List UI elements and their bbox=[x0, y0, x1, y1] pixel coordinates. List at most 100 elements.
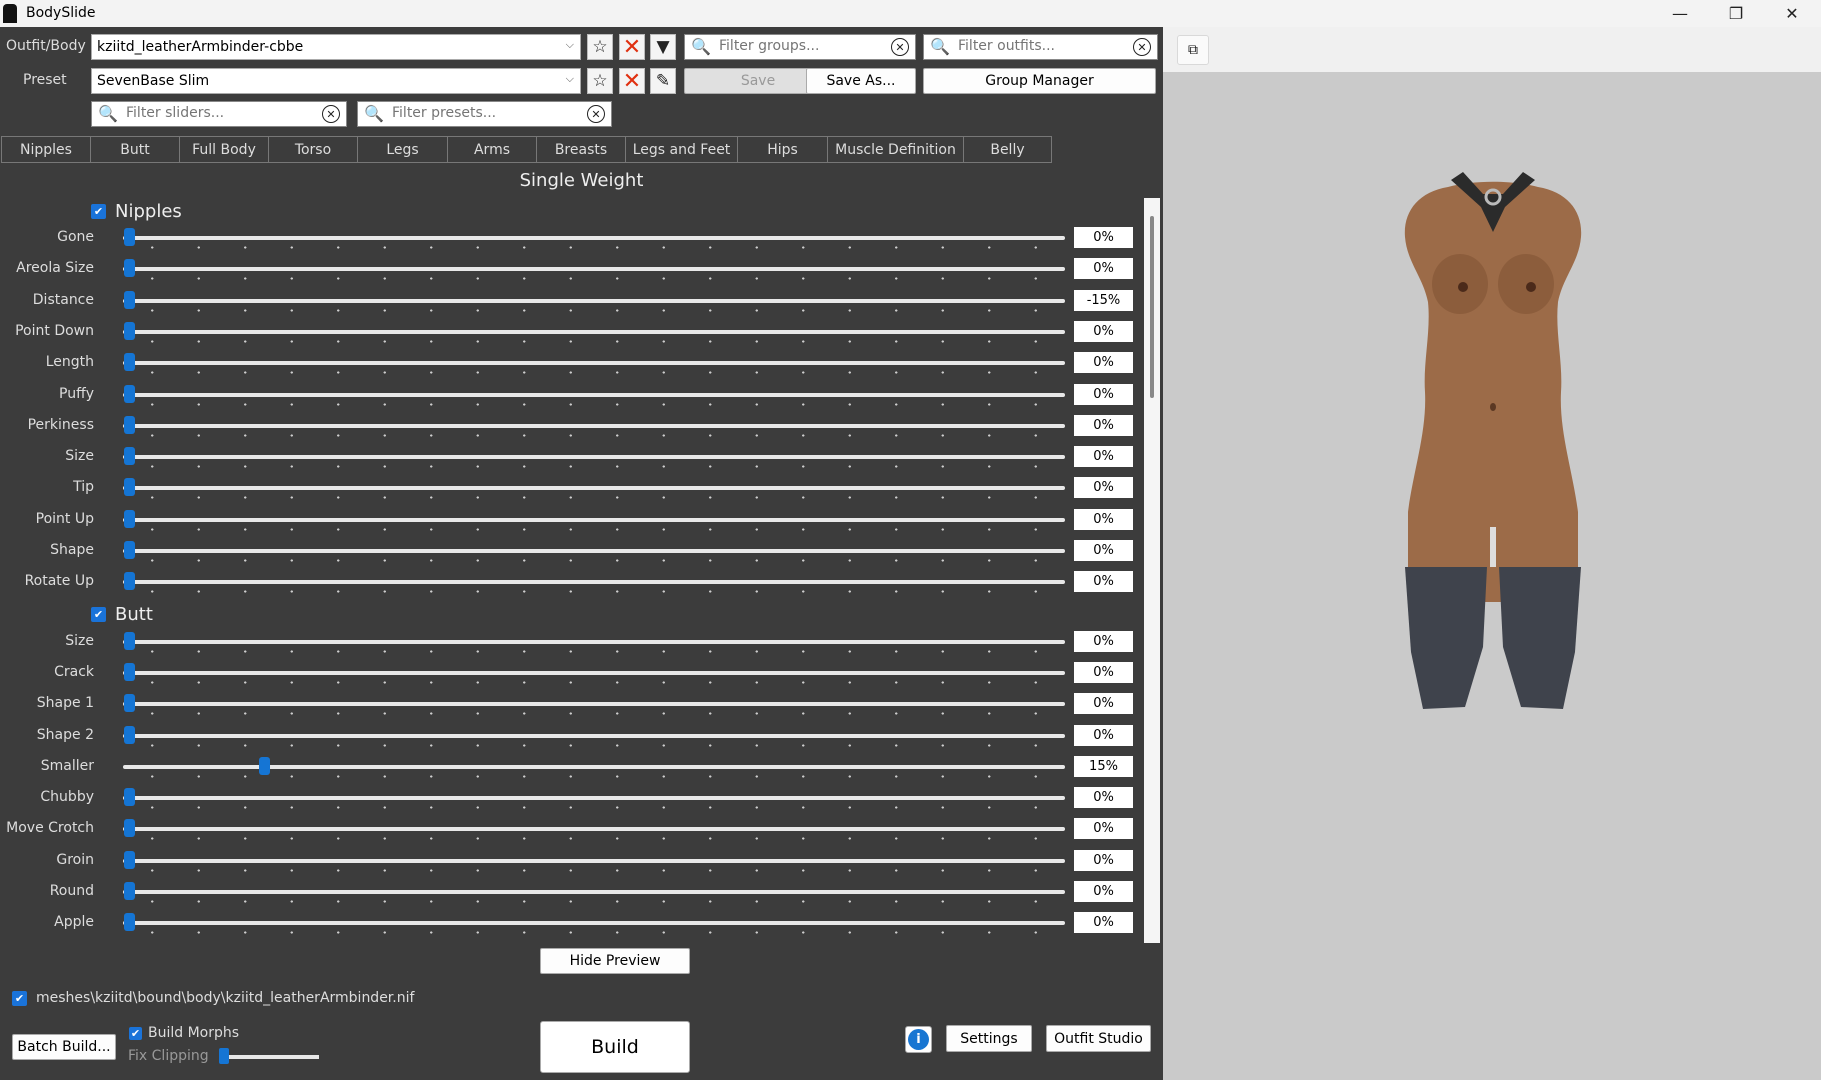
slider-thumb[interactable] bbox=[124, 384, 135, 403]
tab-belly[interactable]: Belly bbox=[963, 136, 1052, 163]
slider-track[interactable] bbox=[123, 549, 1065, 553]
slider-track[interactable] bbox=[123, 702, 1065, 707]
slider-thumb[interactable] bbox=[124, 819, 135, 838]
slider-thumb[interactable] bbox=[124, 572, 135, 591]
slider-thumb[interactable] bbox=[124, 478, 135, 497]
slider-track[interactable] bbox=[123, 392, 1065, 397]
slider-track[interactable] bbox=[123, 361, 1065, 366]
clear-filter-icon[interactable]: ✕ bbox=[587, 105, 605, 123]
slider-value-field[interactable]: 0% bbox=[1074, 787, 1133, 809]
slider-value-field[interactable]: 0% bbox=[1074, 383, 1133, 405]
slider-track[interactable] bbox=[123, 921, 1065, 926]
slider-track[interactable] bbox=[123, 580, 1065, 585]
slider-track[interactable] bbox=[123, 796, 1065, 801]
slider-track[interactable] bbox=[123, 827, 1065, 832]
slider-track[interactable] bbox=[123, 267, 1065, 272]
outfit-body-select[interactable]: kziitd_leatherArmbinder-cbbe ⌵ bbox=[91, 34, 581, 60]
slider-value-field[interactable]: 0% bbox=[1074, 227, 1133, 248]
slider-track[interactable] bbox=[123, 858, 1065, 863]
slider-value-field[interactable]: 0% bbox=[1074, 849, 1133, 871]
body-preview-render[interactable] bbox=[1163, 72, 1821, 1080]
slider-track[interactable] bbox=[123, 670, 1065, 675]
slider-value-field[interactable]: 0% bbox=[1074, 540, 1133, 561]
slider-list-scrollbar[interactable] bbox=[1144, 198, 1160, 943]
slider-thumb[interactable] bbox=[124, 850, 135, 869]
output-file-checkbox[interactable]: ✔ bbox=[12, 990, 27, 1006]
filter-sliders-input[interactable] bbox=[126, 105, 292, 121]
tab-torso[interactable]: Torso bbox=[268, 136, 357, 163]
scrollbar-thumb[interactable] bbox=[1150, 216, 1154, 398]
outfit-studio-button[interactable]: Outfit Studio bbox=[1046, 1025, 1151, 1052]
slider-value-field[interactable]: 0% bbox=[1074, 414, 1133, 436]
favorite-outfit-star-icon[interactable]: ☆ bbox=[587, 34, 613, 60]
slider-value-field[interactable]: 0% bbox=[1074, 630, 1133, 652]
slider-value-field[interactable]: 15% bbox=[1074, 755, 1133, 777]
filter-presets-input[interactable] bbox=[392, 105, 557, 121]
settings-button[interactable]: Settings bbox=[946, 1025, 1032, 1052]
clear-filter-icon[interactable]: ✕ bbox=[1133, 38, 1151, 56]
slider-value-field[interactable]: 0% bbox=[1074, 818, 1133, 840]
slider-thumb[interactable] bbox=[124, 415, 135, 434]
filter-groups-input[interactable] bbox=[719, 38, 869, 54]
tab-nipples[interactable]: Nipples bbox=[1, 136, 90, 163]
tab-legs-and-feet[interactable]: Legs and Feet bbox=[625, 136, 737, 163]
slider-track[interactable] bbox=[123, 733, 1065, 738]
slider-value-field[interactable]: -15% bbox=[1074, 289, 1133, 311]
slider-thumb[interactable] bbox=[124, 631, 135, 650]
slider-value-field[interactable]: 0% bbox=[1074, 693, 1133, 715]
restore-icon[interactable]: ❐ bbox=[1711, 0, 1761, 27]
slider-thumb[interactable] bbox=[124, 541, 135, 559]
slider-track[interactable] bbox=[123, 486, 1065, 491]
slider-value-field[interactable]: 0% bbox=[1074, 912, 1133, 934]
slider-track[interactable] bbox=[123, 455, 1065, 460]
slider-thumb[interactable] bbox=[124, 447, 135, 466]
tab-butt[interactable]: Butt bbox=[90, 136, 179, 163]
slider-value-field[interactable]: 0% bbox=[1074, 571, 1133, 593]
tab-arms[interactable]: Arms bbox=[447, 136, 536, 163]
slider-thumb[interactable] bbox=[259, 756, 271, 775]
delete-outfit-x-icon[interactable]: ✕ bbox=[619, 34, 645, 60]
info-button[interactable]: i bbox=[905, 1026, 932, 1053]
slider-value-field[interactable]: 0% bbox=[1074, 258, 1133, 280]
slider-value-field[interactable]: 0% bbox=[1074, 477, 1133, 499]
fix-clipping-thumb[interactable] bbox=[219, 1048, 229, 1064]
slider-thumb[interactable] bbox=[124, 788, 135, 807]
slider-thumb[interactable] bbox=[124, 694, 135, 713]
slider-thumb[interactable] bbox=[124, 725, 135, 744]
group-manager-button[interactable]: Group Manager bbox=[923, 68, 1156, 94]
slider-thumb[interactable] bbox=[124, 913, 135, 932]
delete-preset-x-icon[interactable]: ✕ bbox=[619, 68, 645, 94]
tab-legs[interactable]: Legs bbox=[357, 136, 447, 163]
hide-preview-button[interactable]: Hide Preview bbox=[540, 948, 690, 974]
build-button[interactable]: Build bbox=[540, 1021, 690, 1073]
slider-thumb[interactable] bbox=[124, 353, 135, 372]
build-morphs-checkbox[interactable]: ✔ bbox=[129, 1026, 142, 1040]
slider-thumb[interactable] bbox=[124, 259, 135, 278]
slider-value-field[interactable]: 0% bbox=[1074, 446, 1133, 468]
slider-track[interactable] bbox=[123, 423, 1065, 428]
slider-value-field[interactable]: 0% bbox=[1074, 724, 1133, 746]
slider-track[interactable] bbox=[123, 890, 1065, 894]
edit-preset-pencil-icon[interactable]: ✎ bbox=[650, 68, 676, 94]
pick-outfit-boot-icon[interactable]: ▼ bbox=[650, 34, 676, 60]
tab-muscle-definition[interactable]: Muscle Definition bbox=[827, 136, 963, 163]
filter-outfits-input[interactable] bbox=[958, 38, 1110, 54]
slider-thumb[interactable] bbox=[124, 662, 135, 681]
filter-outfits-field[interactable]: 🔍 ✕ bbox=[923, 34, 1158, 60]
slider-value-field[interactable]: 0% bbox=[1074, 508, 1133, 530]
group-checkbox[interactable]: ✔ bbox=[91, 607, 106, 623]
close-icon[interactable]: ✕ bbox=[1767, 0, 1817, 27]
filter-presets-field[interactable]: 🔍 ✕ bbox=[357, 101, 612, 127]
favorite-preset-star-icon[interactable]: ☆ bbox=[587, 68, 613, 94]
fix-clipping-slider[interactable] bbox=[219, 1048, 319, 1064]
chevron-down-icon[interactable]: ⌵ bbox=[566, 38, 574, 52]
batch-build-button[interactable]: Batch Build... bbox=[12, 1034, 116, 1060]
slider-track[interactable] bbox=[123, 639, 1065, 644]
slider-track[interactable] bbox=[123, 517, 1065, 522]
slider-thumb[interactable] bbox=[124, 228, 135, 246]
slider-thumb[interactable] bbox=[124, 321, 135, 340]
slider-value-field[interactable]: 0% bbox=[1074, 352, 1133, 374]
slider-track[interactable] bbox=[123, 298, 1065, 303]
popout-window-icon[interactable]: ⧉ bbox=[1177, 35, 1209, 65]
tab-full-body[interactable]: Full Body bbox=[179, 136, 268, 163]
